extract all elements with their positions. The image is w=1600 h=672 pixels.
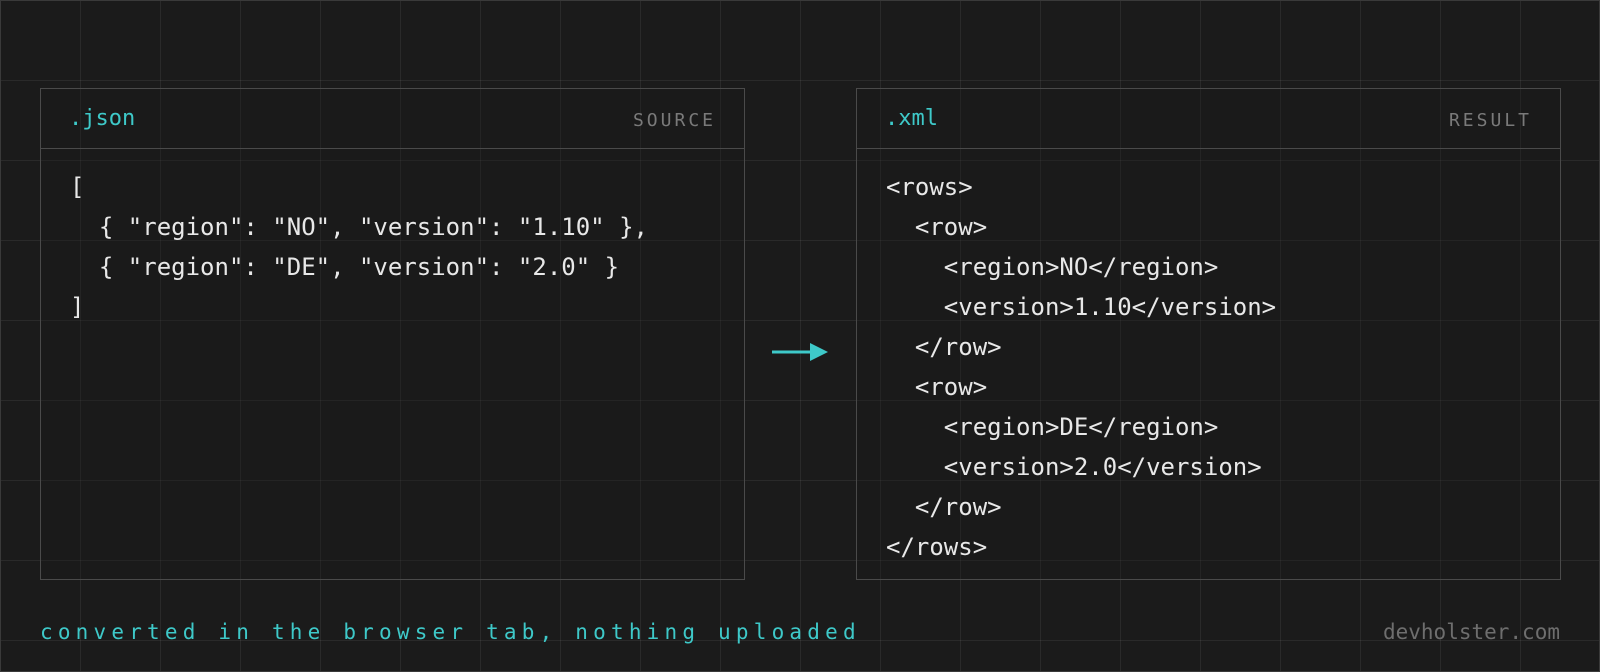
result-panel: .xml RESULT <rows> <row> <region>NO</reg… xyxy=(856,88,1561,580)
result-code-line: <row> xyxy=(886,213,988,241)
result-code-block: <rows> <row> <region>NO</region> <versio… xyxy=(857,149,1560,567)
source-panel: .json SOURCE [ { "region": "NO", "versio… xyxy=(40,88,745,580)
result-code-line: </row> xyxy=(886,333,1002,361)
source-extension-label: .json xyxy=(69,106,136,131)
source-code-line: { "region": "NO", "version": "1.10" }, xyxy=(70,213,648,241)
source-panel-header: .json SOURCE xyxy=(41,89,744,149)
source-code-line: [ xyxy=(70,173,85,201)
result-code-line: <version>1.10</version> xyxy=(886,293,1277,321)
source-role-label: SOURCE xyxy=(632,110,716,131)
result-code-line: <region>DE</region> xyxy=(886,413,1219,441)
result-code-line: </row> xyxy=(886,493,1002,521)
result-panel-header: .xml RESULT xyxy=(857,89,1560,149)
footer-domain: devholster.com xyxy=(1382,620,1560,644)
result-extension-label: .xml xyxy=(885,106,938,131)
result-role-label: RESULT xyxy=(1448,110,1532,131)
arrow-right-icon xyxy=(772,343,828,361)
source-code-line: ] xyxy=(70,293,85,321)
result-code-line: <region>NO</region> xyxy=(886,253,1219,281)
result-code-line: </rows> xyxy=(886,533,988,561)
source-code-line: { "region": "DE", "version": "2.0" } xyxy=(70,253,620,281)
result-code-line: <rows> xyxy=(886,173,973,201)
source-code-block: [ { "region": "NO", "version": "1.10" },… xyxy=(41,149,744,327)
footer-tagline: converted in the browser tab, nothing up… xyxy=(40,620,861,644)
result-code-line: <version>2.0</version> xyxy=(886,453,1262,481)
result-code-line: <row> xyxy=(886,373,988,401)
